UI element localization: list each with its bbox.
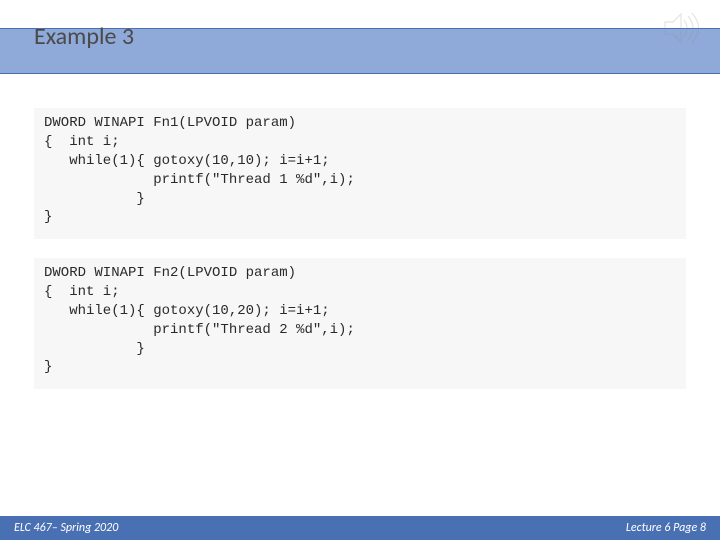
code-text-fn2: DWORD WINAPI Fn2(LPVOID param) { int i; … [44,264,676,377]
slide: Example 3 DWORD WINAPI Fn1(LPVOID param)… [0,0,720,540]
audio-icon[interactable] [662,10,702,46]
code-text-fn1: DWORD WINAPI Fn1(LPVOID param) { int i; … [44,114,676,227]
code-block-fn1: DWORD WINAPI Fn1(LPVOID param) { int i; … [34,108,686,239]
footer-page: Lecture 6 Page 8 [626,521,706,535]
footer-course: ELC 467– Spring 2020 [14,521,118,535]
code-block-fn2: DWORD WINAPI Fn2(LPVOID param) { int i; … [34,258,686,389]
slide-title: Example 3 [34,22,134,51]
footer-bar: ELC 467– Spring 2020 Lecture 6 Page 8 [0,516,720,540]
